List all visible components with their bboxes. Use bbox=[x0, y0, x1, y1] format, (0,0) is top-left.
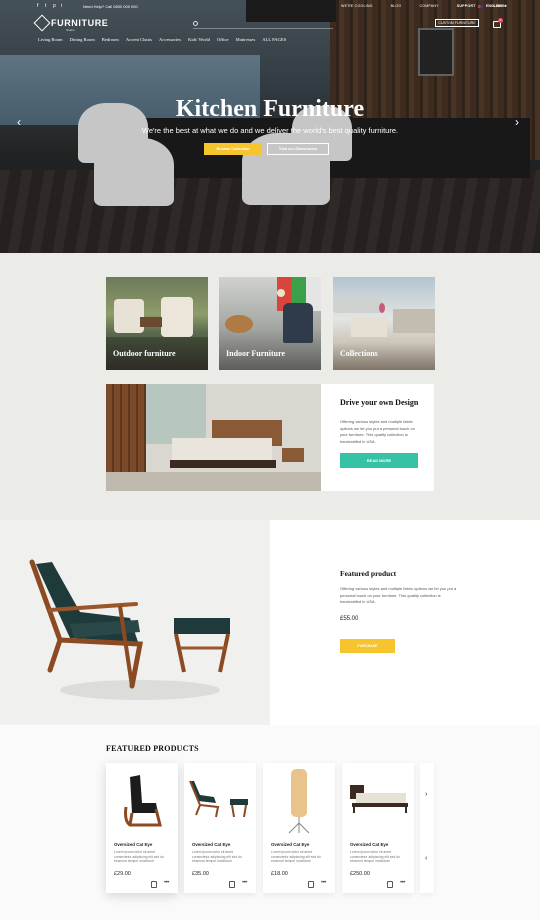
read-more-button[interactable]: READ MORE bbox=[340, 453, 418, 468]
custom-furniture-button[interactable]: CUSTOM FURNITURE bbox=[435, 19, 479, 27]
twitter-icon[interactable]: t bbox=[45, 4, 49, 9]
hero-subtitle: We're the best at what we do and we deli… bbox=[141, 126, 399, 135]
nav-item-office[interactable]: Office bbox=[217, 37, 229, 42]
category-label: Outdoor furniture bbox=[113, 349, 176, 358]
pinterest-icon[interactable]: p bbox=[53, 4, 57, 9]
design-title: Drive your own Design bbox=[340, 398, 419, 407]
more-options-icon[interactable]: ••• bbox=[242, 880, 247, 886]
top-link-blog[interactable]: BLOG bbox=[391, 4, 402, 8]
nav-item-dining-room[interactable]: Dining Room bbox=[70, 37, 95, 42]
featured-text: Offering various styles and multiple fab… bbox=[340, 586, 457, 604]
language-select[interactable]: ENGLISH ▾ bbox=[478, 4, 507, 8]
bedroom-image bbox=[106, 384, 321, 491]
category-tile-outdoor[interactable]: Outdoor furniture bbox=[106, 277, 208, 370]
nav-item-living-room[interactable]: Living Room bbox=[38, 37, 63, 42]
logo-tag: Studio bbox=[66, 28, 75, 32]
main-nav: Living Room Dining Room Bedroom Accent C… bbox=[38, 37, 286, 42]
top-link-company[interactable]: COMPANY bbox=[419, 4, 438, 8]
product-name: Oversized Cat Eye bbox=[271, 842, 310, 847]
category-tile-collections[interactable]: Collections bbox=[333, 277, 435, 370]
featured-products-title: FEATURED PRODUCTS bbox=[106, 744, 199, 753]
facebook-icon[interactable]: f bbox=[37, 4, 41, 9]
lounge-chair-illustration bbox=[29, 559, 230, 700]
product-image bbox=[124, 775, 162, 827]
more-options-icon[interactable]: ••• bbox=[400, 880, 405, 886]
design-text: Offering various styles and multiple fab… bbox=[340, 419, 415, 444]
visit-showrooms-button[interactable]: Visit our Showrooms bbox=[267, 143, 329, 155]
purchase-button[interactable]: PURCHASE bbox=[340, 639, 395, 653]
chevron-down-icon: ▾ bbox=[504, 4, 507, 8]
nav-item-all-pages[interactable]: ALL PAGES bbox=[262, 37, 286, 42]
top-link-cooling[interactable]: WE'RE COOLING bbox=[341, 4, 373, 8]
chevron-right-icon[interactable]: › bbox=[425, 791, 427, 798]
product-image bbox=[350, 785, 408, 813]
nav-item-kids-world[interactable]: Kids' World bbox=[188, 37, 210, 42]
product-image bbox=[288, 769, 310, 834]
social-links: f t p i bbox=[37, 4, 65, 9]
design-promo: Drive your own Design Offering various s… bbox=[321, 384, 434, 491]
featured-price: £55.00 bbox=[340, 616, 359, 622]
help-phone: Need Help? Call 0800 000 000 bbox=[83, 4, 138, 9]
product-card[interactable]: Oversized Cat Eye Lorem ipsum dolor sit … bbox=[106, 763, 178, 893]
product-description: Lorem ipsum dolor sit amet consectetur a… bbox=[350, 850, 400, 864]
top-bar: f t p i Need Help? Call 0800 000 000 WE'… bbox=[0, 0, 540, 14]
category-label: Indoor Furniture bbox=[226, 349, 286, 358]
product-card-partial bbox=[420, 763, 434, 893]
add-to-cart-icon[interactable] bbox=[308, 881, 314, 888]
top-link-support[interactable]: SUPPORT bbox=[457, 4, 476, 8]
logo[interactable]: FURNITURE Studio bbox=[33, 14, 109, 32]
more-options-icon[interactable]: ••• bbox=[164, 880, 169, 886]
nav-item-bedroom[interactable]: Bedroom bbox=[102, 37, 119, 42]
featured-title: Featured product bbox=[340, 569, 397, 578]
nav-item-accent-chairs[interactable]: Accent Chairs bbox=[126, 37, 152, 42]
product-price: £29.00 bbox=[114, 871, 131, 877]
product-description: Lorem ipsum dolor sit amet consectetur a… bbox=[192, 850, 242, 864]
product-description: Lorem ipsum dolor sit amet consectetur a… bbox=[271, 850, 321, 864]
nav-item-mattresses[interactable]: Mattresses bbox=[236, 37, 256, 42]
featured-product-info: Featured product Offering various styles… bbox=[270, 520, 540, 725]
hero-banner: f t p i Need Help? Call 0800 000 000 WE'… bbox=[0, 0, 540, 253]
search-icon[interactable] bbox=[193, 21, 198, 26]
category-tile-indoor[interactable]: Indoor Furniture bbox=[219, 277, 321, 370]
chevron-left-icon[interactable]: ‹ bbox=[17, 115, 21, 129]
product-name: Oversized Cat Eye bbox=[350, 842, 389, 847]
hero-title: Kitchen Furniture bbox=[175, 96, 365, 122]
categories-section: Outdoor furniture Indoor Furniture Colle… bbox=[0, 253, 540, 520]
featured-products-section: FEATURED PRODUCTS Oversized Cat Eye Lore… bbox=[0, 725, 540, 920]
browse-collection-button[interactable]: Browse Collection bbox=[204, 143, 262, 155]
featured-product-image bbox=[0, 520, 270, 725]
add-to-cart-icon[interactable] bbox=[151, 881, 157, 888]
product-description: Lorem ipsum dolor sit amet consectetur a… bbox=[114, 850, 164, 864]
product-card[interactable]: Oversized Cat Eye Lorem ipsum dolor sit … bbox=[342, 763, 414, 893]
product-card[interactable]: Oversized Cat Eye Lorem ipsum dolor sit … bbox=[263, 763, 335, 893]
chevron-left-icon[interactable]: ‹ bbox=[425, 855, 427, 862]
product-card[interactable]: Oversized Cat Eye Lorem ipsum dolor sit … bbox=[184, 763, 256, 893]
nav-item-accessories[interactable]: Accessories bbox=[159, 37, 181, 42]
more-options-icon[interactable]: ••• bbox=[321, 880, 326, 886]
flag-icon bbox=[478, 4, 483, 8]
instagram-icon[interactable]: i bbox=[61, 4, 65, 9]
product-price: £18.00 bbox=[271, 871, 288, 877]
cart-count-badge: 0 bbox=[498, 18, 503, 23]
product-price: £250.00 bbox=[350, 871, 370, 877]
product-name: Oversized Cat Eye bbox=[114, 842, 153, 847]
search-input[interactable] bbox=[201, 20, 321, 27]
featured-product-section: Featured product Offering various styles… bbox=[0, 520, 540, 725]
cart-button[interactable]: 0 bbox=[493, 18, 503, 28]
product-price: £35.00 bbox=[192, 871, 209, 877]
logo-name: FURNITURE bbox=[51, 18, 109, 28]
add-to-cart-icon[interactable] bbox=[229, 881, 235, 888]
product-image bbox=[189, 780, 248, 818]
chevron-right-icon[interactable]: › bbox=[515, 115, 519, 129]
category-label: Collections bbox=[340, 349, 378, 358]
language-label: ENGLISH bbox=[486, 4, 502, 8]
search-bar bbox=[193, 20, 333, 29]
add-to-cart-icon[interactable] bbox=[387, 881, 393, 888]
product-name: Oversized Cat Eye bbox=[192, 842, 231, 847]
logo-mark-icon bbox=[33, 14, 51, 32]
